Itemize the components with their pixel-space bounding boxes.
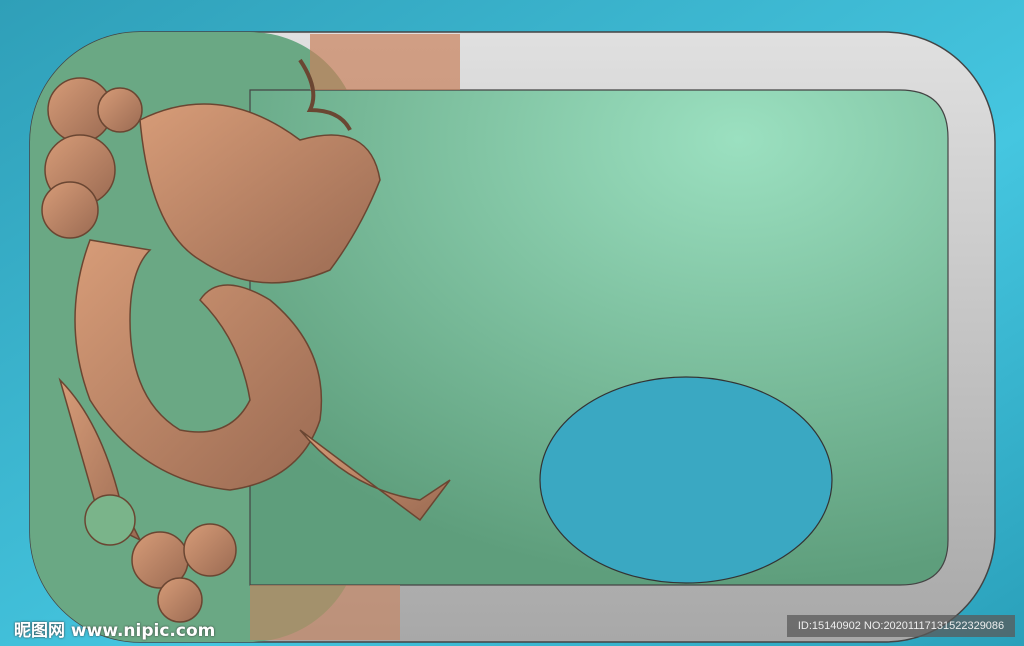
watermark-site: 昵图网 www.nipic.com [14,621,216,641]
watermark-id: ID:15140902 NO:20201117131522329086 [787,615,1015,637]
relief-carving [0,0,1024,646]
oval-recess [539,376,833,584]
